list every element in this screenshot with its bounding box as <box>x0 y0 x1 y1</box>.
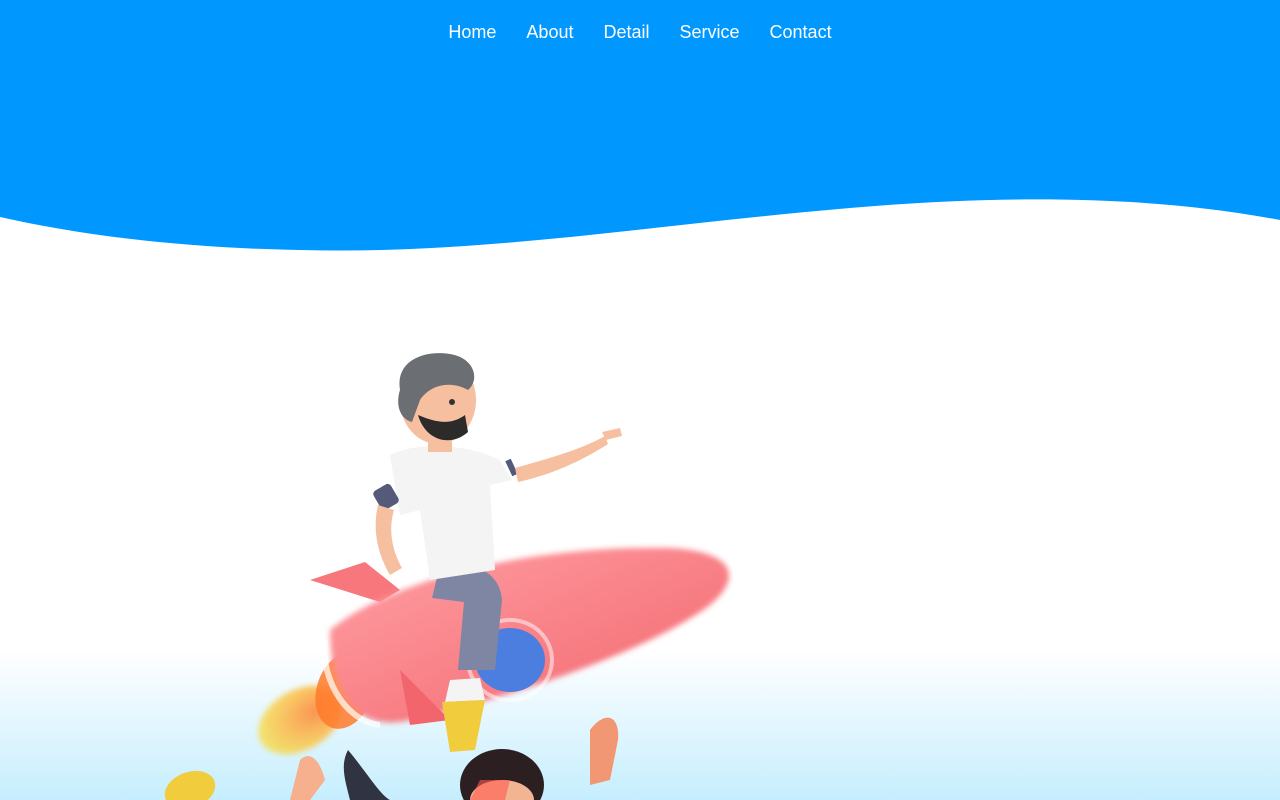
rocket-rider-illustration <box>164 353 730 800</box>
nav-link-detail[interactable]: Detail <box>588 18 664 46</box>
landing-page: Home About Detail Service Contact <box>0 0 1280 800</box>
main-nav: Home About Detail Service Contact <box>0 18 1280 46</box>
cheering-people <box>164 717 619 800</box>
nav-link-service[interactable]: Service <box>665 18 755 46</box>
nav-link-contact[interactable]: Contact <box>755 18 847 46</box>
nav-link-home[interactable]: Home <box>433 18 511 46</box>
rocket <box>310 547 730 728</box>
nav-link-about[interactable]: About <box>511 18 588 46</box>
